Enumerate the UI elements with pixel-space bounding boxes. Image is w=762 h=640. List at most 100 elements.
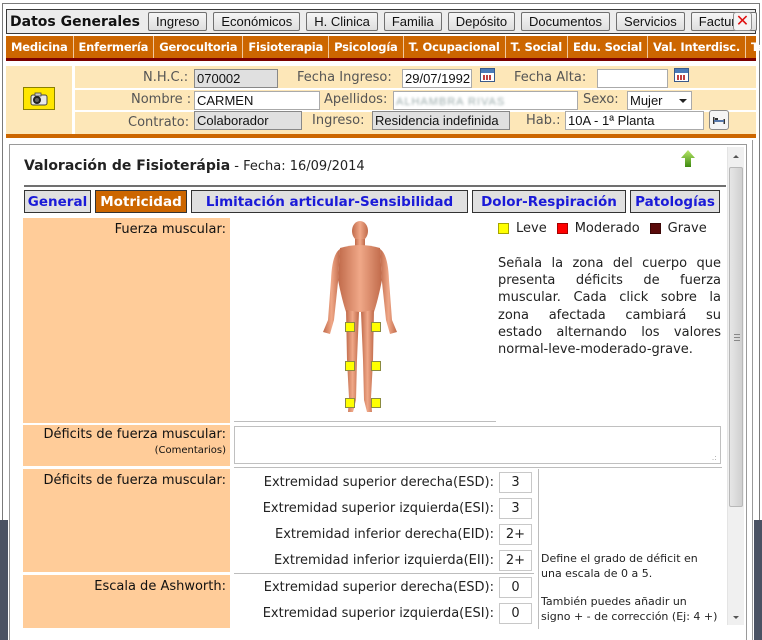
esi-label: Extremidad superior izquierda(ESI): — [262, 501, 494, 516]
photo-cell — [8, 68, 72, 130]
background-edge — [0, 520, 8, 640]
panel-title: Valoración de Fisioterápia - Fecha: 16/0… — [24, 158, 365, 174]
ingreso-button[interactable]: Ingreso — [148, 12, 208, 31]
zone-tobillo-derecho[interactable] — [345, 398, 355, 408]
body-diagram[interactable] — [310, 220, 410, 420]
deposito-button[interactable]: Depósito — [447, 12, 516, 31]
scroll-up-icon[interactable] — [733, 155, 739, 158]
nav-item-t-ocupacional[interactable]: T. Ocupacional — [404, 36, 506, 58]
note-line-2: una escala de 0 a 5. — [541, 567, 653, 580]
divider — [72, 66, 75, 134]
bed-icon — [713, 117, 725, 124]
note-line-3: También puedes añadir un — [541, 595, 687, 608]
eii-input[interactable]: 2+ — [499, 550, 532, 571]
ashworth-label-cell: Escala de Ashworth: — [23, 575, 230, 628]
nav-item-psicologia[interactable]: Psicología — [329, 36, 404, 58]
note-line-1: Define el grado de déficit en — [541, 552, 698, 565]
chevron-down-icon — [679, 99, 687, 103]
valoracion-panel: Valoración de Fisioterápia - Fecha: 16/0… — [9, 144, 747, 640]
esi-input[interactable]: 3 — [499, 498, 532, 519]
grip-icon — [734, 334, 740, 341]
familia-button[interactable]: Familia — [383, 12, 442, 31]
legend-swatch-leve — [498, 223, 509, 234]
fecha-alta-field[interactable] — [597, 69, 668, 88]
patient-header: N.H.C.: 070002 Fecha Ingreso: 29/07/1992… — [6, 66, 756, 138]
comentarios-label: Déficits de fuerza muscular: — [43, 427, 226, 442]
tab-limitacion-articular[interactable]: Limitación articular-Sensibilidad — [191, 190, 468, 213]
zone-rodilla-derecha[interactable] — [345, 361, 355, 371]
nav-item-val-interdisc[interactable]: Val. Interdisc. — [648, 36, 747, 58]
photo-button[interactable] — [23, 87, 55, 110]
body-silhouette — [323, 221, 397, 412]
panel-scrollbar[interactable] — [727, 147, 744, 625]
divider — [75, 88, 756, 90]
calendar-icon[interactable] — [480, 68, 495, 82]
servicios-button[interactable]: Servicios — [616, 12, 685, 31]
room-button[interactable] — [709, 110, 729, 130]
comentarios-textarea[interactable]: .: — [234, 426, 721, 464]
eii-label: Extremidad inferior izquierda(EII): — [273, 553, 494, 568]
fuerza-label: Fuerza muscular: — [114, 222, 226, 237]
contrato-label: Contrato: — [128, 115, 190, 130]
legend-moderado: Moderado — [574, 221, 640, 236]
comentarios-label-cell: Déficits de fuerza muscular: (Comentario… — [23, 425, 230, 466]
hab-field[interactable]: 10A - 1ª Planta — [565, 111, 704, 130]
close-icon: ✕ — [735, 11, 750, 30]
tab-bar: General Motricidad Limitación articular-… — [24, 190, 724, 214]
tab-patologias[interactable]: Patologías — [630, 190, 720, 213]
severity-legend: Leve Moderado Grave — [498, 221, 717, 236]
nombre-field[interactable]: CARMEN — [194, 91, 320, 110]
deficits-label: Déficits de fuerza muscular: — [43, 473, 226, 488]
nav-item-fisioterapia[interactable]: Fisioterapia — [243, 36, 330, 58]
scroll-top-icon[interactable] — [680, 149, 696, 169]
sexo-value: Mujer — [630, 93, 663, 108]
nav-item-medicina[interactable]: Medicina — [6, 36, 74, 58]
tab-dolor-respiracion[interactable]: Dolor-Respiración — [472, 190, 626, 213]
zone-muslo-derecho[interactable] — [345, 322, 355, 332]
nav-item-t-social[interactable]: T. Social — [506, 36, 568, 58]
module-nav: Medicina Enfermería Gerocultoria Fisiote… — [6, 36, 762, 61]
resize-grip-icon[interactable]: .: — [712, 454, 717, 462]
fecha-ingreso-field[interactable]: 29/07/1992 — [402, 69, 472, 88]
tab-motricidad[interactable]: Motricidad — [95, 190, 187, 213]
sexo-label: Sexo: — [583, 92, 619, 107]
ingreso-field: Residencia indefinida — [372, 111, 510, 130]
zone-rodilla-izquierda[interactable] — [371, 361, 381, 371]
close-button[interactable]: ✕ — [733, 12, 752, 31]
zone-muslo-izquierdo[interactable] — [371, 322, 381, 332]
hab-label: Hab.: — [526, 113, 561, 128]
economicos-button[interactable]: Económicos — [213, 12, 301, 31]
scroll-thumb[interactable] — [729, 167, 743, 507]
fuerza-label-cell: Fuerza muscular: — [23, 218, 230, 423]
scroll-down-icon[interactable] — [733, 616, 739, 619]
documentos-button[interactable]: Documentos — [521, 12, 611, 31]
note-line-4: signo + - de corrección (Ej: 4 +) — [541, 610, 718, 623]
ashworth-esi-input[interactable]: 0 — [499, 603, 532, 624]
eid-label: Extremidad inferior derecha(EID): — [275, 527, 494, 542]
divider — [234, 573, 534, 574]
panel-title-text: Valoración de Fisioterápia — [24, 158, 231, 174]
fecha-alta-label: Fecha Alta: — [514, 70, 587, 85]
ingreso-label: Ingreso: — [312, 113, 365, 128]
nhc-label: N.H.C.: — [143, 70, 189, 85]
apellidos-field[interactable]: ALHAMBRA RIVAS — [393, 91, 578, 110]
zone-tobillo-izquierdo[interactable] — [371, 398, 381, 408]
ashworth-esi-label: Extremidad superior izquierda(ESI): — [262, 606, 494, 621]
tab-general[interactable]: General — [24, 190, 91, 213]
body-help-text: Señala la zona del cuerpo que presenta d… — [498, 256, 721, 358]
sexo-select[interactable]: Mujer — [627, 91, 692, 110]
camera-icon — [30, 92, 48, 105]
nav-item-gerocultoria[interactable]: Gerocultoria — [154, 36, 244, 58]
h-clinica-button[interactable]: H. Clinica — [306, 12, 378, 31]
nav-item-edu-social[interactable]: Edu. Social — [568, 36, 649, 58]
calendar-icon[interactable] — [674, 68, 689, 82]
nav-item-enfermeria[interactable]: Enfermería — [74, 36, 155, 58]
legend-leve: Leve — [516, 221, 547, 236]
esd-input[interactable]: 3 — [499, 472, 532, 493]
apellidos-label: Apellidos: — [324, 92, 388, 107]
app-window: Datos Generales Ingreso Económicos H. Cl… — [0, 0, 762, 640]
nav-item-test[interactable]: Test — [746, 36, 762, 58]
eid-input[interactable]: 2+ — [499, 524, 532, 545]
legend-grave: Grave — [667, 221, 707, 236]
ashworth-esd-input[interactable]: 0 — [499, 577, 532, 598]
